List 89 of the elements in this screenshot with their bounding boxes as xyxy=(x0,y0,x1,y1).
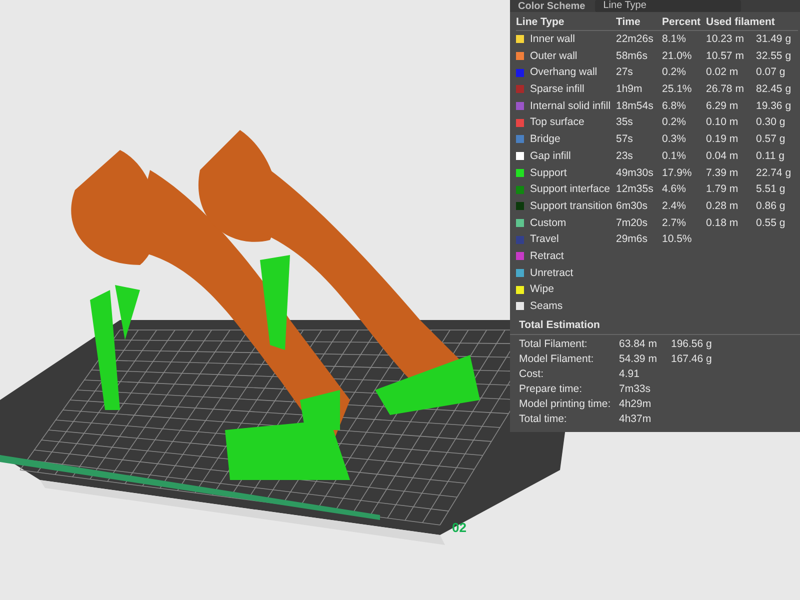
length-cell-text: 0.28 m xyxy=(706,198,740,214)
length-cell-text: 0.02 m xyxy=(706,65,740,80)
estimate-value: 4h37m xyxy=(619,412,652,427)
estimate-value: 167.46 g xyxy=(671,352,713,367)
time-cell-text: 57s xyxy=(616,132,634,148)
estimate-label: Total Filament: xyxy=(519,336,588,352)
length-cell-text: 0.19 m xyxy=(706,132,740,148)
length-cell-text: 10.23 m xyxy=(706,32,745,47)
time-cell-text: 49m30s xyxy=(616,166,654,180)
line-type-label: Bridge xyxy=(530,132,560,148)
line-type-label: Wipe xyxy=(530,282,554,298)
line-type-label: Gap infill xyxy=(530,148,571,164)
line-type-label: Unretract xyxy=(530,266,574,281)
weight-cell-text: 0.86 g xyxy=(756,198,786,214)
length-cell-text: 10.57 m xyxy=(706,48,745,64)
color-scheme-label: Color Scheme xyxy=(518,0,586,12)
weight-cell-text: 82.45 g xyxy=(756,82,792,98)
percent-cell-text: 4.6% xyxy=(662,182,687,198)
weight-cell-text: 0.55 g xyxy=(756,216,786,231)
time-cell-text: 35s xyxy=(616,115,634,130)
length-cell-text: 6.29 m xyxy=(706,98,740,114)
percent-cell-text: 2.4% xyxy=(662,198,687,214)
time-cell-text: 29m6s xyxy=(616,232,649,248)
time-cell-text: 7m20s xyxy=(616,216,649,231)
line-type-label: Overhang wall xyxy=(530,65,598,80)
length-cell-text: 7.39 m xyxy=(706,166,740,180)
weight-cell-text: 0.57 g xyxy=(756,132,786,148)
time-cell-text: 1h9m xyxy=(616,82,644,98)
length-cell-text: 26.78 m xyxy=(706,82,745,98)
time-cell-text: 23s xyxy=(616,148,634,164)
percent-cell-text: 25.1% xyxy=(662,82,693,98)
line-type-label: Travel xyxy=(530,232,559,248)
weight-cell-text: 22.74 g xyxy=(756,166,792,180)
percent-cell-text: 17.9% xyxy=(662,166,693,180)
column-header: Used filament xyxy=(706,12,798,31)
time-cell-text: 18m54s xyxy=(616,98,654,114)
percent-cell-text: 0.2% xyxy=(662,65,687,80)
estimate-label: Model printing time: xyxy=(519,396,612,412)
estimate-label: Total time: xyxy=(519,412,568,427)
estimate-value: 4.91 xyxy=(619,366,640,382)
estimate-label: Cost: xyxy=(519,366,545,382)
plate-number-label: 02 xyxy=(452,520,466,535)
weight-cell-text: 0.07 g xyxy=(756,65,786,80)
percent-cell-text: 8.1% xyxy=(662,32,687,47)
weight-cell-text: 0.30 g xyxy=(756,115,786,130)
estimate-value: 7m33s xyxy=(619,382,652,397)
length-cell-text: 0.18 m xyxy=(706,216,740,231)
percent-cell-text: 0.1% xyxy=(662,148,687,164)
length-cell-text: 0.04 m xyxy=(706,148,740,164)
weight-cell-text: 32.55 g xyxy=(756,48,792,64)
estimate-label: Prepare time: xyxy=(519,382,584,397)
time-cell-text: 6m30s xyxy=(616,198,649,214)
time-cell-text: 22m26s xyxy=(616,32,654,47)
percent-cell-text: 0.3% xyxy=(662,132,687,148)
weight-cell-text: 31.49 g xyxy=(756,32,792,47)
estimate-value: 4h29m xyxy=(619,396,652,412)
estimate-label: Model Filament: xyxy=(519,352,595,367)
estimate-value: 63.84 m xyxy=(619,336,658,352)
weight-cell-text: 5.51 g xyxy=(756,182,786,198)
percent-cell-text: 6.8% xyxy=(662,98,687,114)
percent-cell-text: 2.7% xyxy=(662,216,687,231)
percent-cell-text: 10.5% xyxy=(662,232,693,248)
line-type-label: Internal solid infill xyxy=(530,98,611,114)
length-cell-text: 0.10 m xyxy=(706,115,740,130)
column-header: Line Type xyxy=(516,12,616,31)
percent-cell-text: 0.2% xyxy=(662,115,687,130)
line-type-label: Inner wall xyxy=(530,32,575,47)
line-type-label: Outer wall xyxy=(530,48,578,64)
column-header: Time xyxy=(616,12,662,31)
weight-cell-text: 0.11 g xyxy=(756,148,786,164)
line-type-label: Custom xyxy=(530,216,566,231)
line-type-label: Seams xyxy=(530,299,563,314)
line-type-label: Support transition xyxy=(530,198,612,214)
line-type-label: Support interface xyxy=(530,182,610,198)
percent-cell-text: 21.0% xyxy=(662,48,693,64)
column-header: Percent xyxy=(662,12,706,31)
weight-cell-text: 19.36 g xyxy=(756,98,792,114)
line-type-label: Support xyxy=(530,166,567,180)
line-type-label: Top surface xyxy=(530,115,584,130)
time-cell-text: 58m6s xyxy=(616,48,649,64)
line-type-label: Retract xyxy=(530,248,564,264)
time-cell-text: 12m35s xyxy=(616,182,654,198)
section-title: Total Estimation xyxy=(510,314,800,335)
estimate-value: 196.56 g xyxy=(671,336,713,352)
line-type-label: Sparse infill xyxy=(530,82,584,98)
line-type-dropdown[interactable]: Line Type xyxy=(595,0,742,12)
estimate-value: 54.39 m xyxy=(619,352,658,367)
time-cell-text: 27s xyxy=(616,65,634,80)
length-cell-text: 1.79 m xyxy=(706,182,740,198)
